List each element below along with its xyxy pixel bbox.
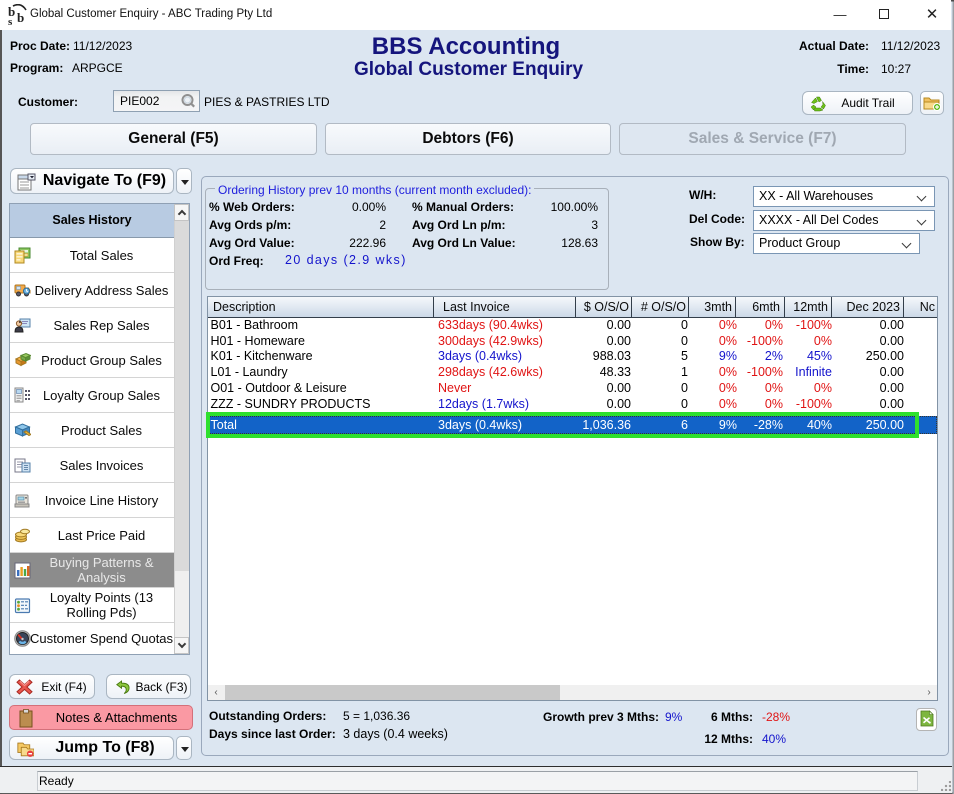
svg-text:s: s [8, 16, 13, 27]
svg-text:b: b [17, 10, 24, 25]
